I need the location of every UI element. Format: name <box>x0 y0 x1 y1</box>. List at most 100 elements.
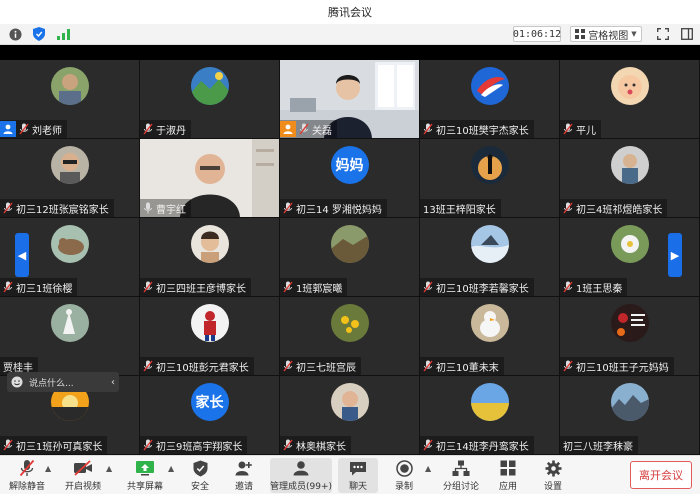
participant-tile[interactable]: 1班郭宸曦 <box>280 218 419 296</box>
nameplate: 初三14 罗湘悦妈妈 <box>280 199 387 217</box>
participant-tile[interactable]: 初三10董未末 <box>420 297 559 375</box>
participant-tile[interactable]: 初三10班王子元妈妈 <box>560 297 699 375</box>
shield-icon[interactable] <box>32 27 46 41</box>
participant-tile[interactable]: 13班王梓阳家长 <box>420 139 559 217</box>
avatar <box>190 304 229 342</box>
security-label: 安全 <box>190 482 209 492</box>
emoji-icon[interactable] <box>11 376 23 388</box>
participant-name: 1班王思秦 <box>576 283 623 295</box>
chevron-left-icon: ◀ <box>17 248 27 262</box>
info-icon[interactable] <box>8 27 22 41</box>
fullscreen-icon[interactable] <box>656 27 670 41</box>
meeting-toolbar: 解除静音 ▲ 开启视频 ▲ 共享屏幕 ▲ 安全 邀请 管理成员(99+) 聊天 <box>0 455 700 494</box>
nameplate: 林奥棋家长 <box>280 436 351 454</box>
host-icon <box>0 121 16 137</box>
participant-tile[interactable]: 初三4班祁煜皓家长 <box>560 139 699 217</box>
participant-tile[interactable]: 初三10班李若馨家长 <box>420 218 559 296</box>
chat-input[interactable]: 说点什么... <box>29 376 105 389</box>
start-video-label: 开启视频 <box>64 482 101 492</box>
shield-icon <box>193 460 207 476</box>
participant-tile-video[interactable]: 曹宇红 <box>140 139 279 217</box>
mic-off-icon <box>283 202 293 214</box>
participant-tile[interactable]: 初三四班王彦博家长 <box>140 218 279 296</box>
participant-name: 林奥棋家长 <box>296 441 346 453</box>
leave-meeting-button[interactable]: 离开会议 <box>630 461 692 489</box>
participant-tile[interactable]: 贾桂丰 <box>0 297 139 375</box>
participant-tile[interactable]: 初三10班彭元君家长 <box>140 297 279 375</box>
settings-label: 设置 <box>543 482 562 492</box>
participant-tile[interactable]: 林奥棋家长 <box>280 376 419 454</box>
previous-page-button[interactable]: ◀ <box>15 233 29 277</box>
chevron-up-icon[interactable]: ▲ <box>45 464 51 473</box>
participant-name: 初三1班孙可真家长 <box>16 441 103 453</box>
apps-button[interactable]: 应用 <box>492 458 524 493</box>
participant-name: 初三4班祁煜皓家长 <box>576 204 663 216</box>
chat-button[interactable]: 聊天 <box>338 458 378 493</box>
signal-icon[interactable] <box>56 27 70 41</box>
nameplate: 1班郭宸曦 <box>280 278 348 296</box>
chevron-up-icon[interactable]: ▲ <box>425 464 431 473</box>
nameplate: 初三10班李若馨家长 <box>420 278 534 296</box>
record-button[interactable]: 录制 <box>388 458 420 493</box>
nameplate: 初三4班祁煜皓家长 <box>560 199 668 217</box>
mic-off-icon <box>563 360 573 372</box>
mic-off-icon <box>563 202 573 214</box>
avatar <box>610 383 649 421</box>
mic-off-icon <box>143 360 153 372</box>
avatar-text: 家长 <box>195 395 224 411</box>
chevron-down-icon: ▼ <box>631 30 637 38</box>
nameplate: 初三14班李丹鸾家长 <box>420 436 534 454</box>
nameplate: 平儿 <box>560 120 601 138</box>
participant-tile[interactable]: 妈妈 初三14 罗湘悦妈妈 <box>280 139 419 217</box>
participant-tile[interactable]: 初三10班樊宇杰家长 <box>420 60 559 138</box>
participant-name: 初三14 罗湘悦妈妈 <box>296 204 382 216</box>
participant-name: 初三七班宫辰 <box>296 362 356 374</box>
avatar-text: 妈妈 <box>335 158 364 174</box>
chevron-up-icon[interactable]: ▲ <box>106 464 112 473</box>
participant-tile[interactable]: 初三14班李丹鸾家长 <box>420 376 559 454</box>
participant-name: 初三9班高宇翔家长 <box>156 441 243 453</box>
participant-name: 初三12班张宸铭家长 <box>16 204 109 216</box>
view-mode-label: 宫格视图 <box>588 30 629 42</box>
chat-icon <box>350 462 366 476</box>
nameplate: 1班王思秦 <box>560 278 628 296</box>
participant-tile[interactable]: 于淑丹 <box>140 60 279 138</box>
view-mode-button[interactable]: 宫格视图 ▼ <box>570 26 642 42</box>
avatar: 妈妈 <box>330 146 369 184</box>
participant-tile[interactable]: 家长 初三9班高宇翔家长 <box>140 376 279 454</box>
manage-members-button[interactable]: 管理成员(99+) <box>270 458 332 493</box>
status-bar: 01:06:12 宫格视图 ▼ <box>0 24 700 45</box>
mic-off-icon <box>423 281 433 293</box>
start-video-button[interactable]: 开启视频 <box>62 458 104 493</box>
participant-name: 关磊 <box>312 125 332 137</box>
participant-name: 于淑丹 <box>156 125 186 137</box>
invite-button[interactable]: 邀请 <box>228 458 260 493</box>
top-strip <box>0 45 700 60</box>
participant-tile[interactable]: 初三七班宫辰 <box>280 297 419 375</box>
sidebar-toggle-icon[interactable] <box>680 27 694 41</box>
avatar <box>50 225 89 263</box>
participant-tile[interactable]: 初三12班张宸铭家长 <box>0 139 139 217</box>
security-button[interactable]: 安全 <box>184 458 216 493</box>
chevron-up-icon[interactable]: ▲ <box>168 464 174 473</box>
participant-tile[interactable]: 初三八班李秣豪 <box>560 376 699 454</box>
participant-tile[interactable]: 刘老师 <box>0 60 139 138</box>
participant-name: 初三1班徐樱 <box>16 283 73 295</box>
nameplate: 初三1班孙可真家长 <box>0 436 108 454</box>
share-screen-button[interactable]: 共享屏幕 <box>124 458 166 493</box>
mic-off-icon <box>143 123 153 135</box>
quick-chat-bar[interactable]: 说点什么... ‹ <box>7 372 119 392</box>
breakout-rooms-button[interactable]: 分组讨论 <box>440 458 482 493</box>
nameplate: 初三10董未末 <box>420 357 504 375</box>
avatar <box>50 67 89 105</box>
chevron-left-icon[interactable]: ‹ <box>111 377 115 388</box>
mic-off-icon <box>19 123 29 135</box>
avatar <box>470 383 509 421</box>
participant-tile[interactable]: 平儿 <box>560 60 699 138</box>
settings-button[interactable]: 设置 <box>537 458 569 493</box>
avatar <box>330 383 369 421</box>
participant-tile-video[interactable]: 关磊 <box>280 60 419 138</box>
unmute-button[interactable]: 解除静音 <box>6 458 48 493</box>
next-page-button[interactable]: ▶ <box>668 233 682 277</box>
participant-name: 初三10班樊宇杰家长 <box>436 125 529 137</box>
